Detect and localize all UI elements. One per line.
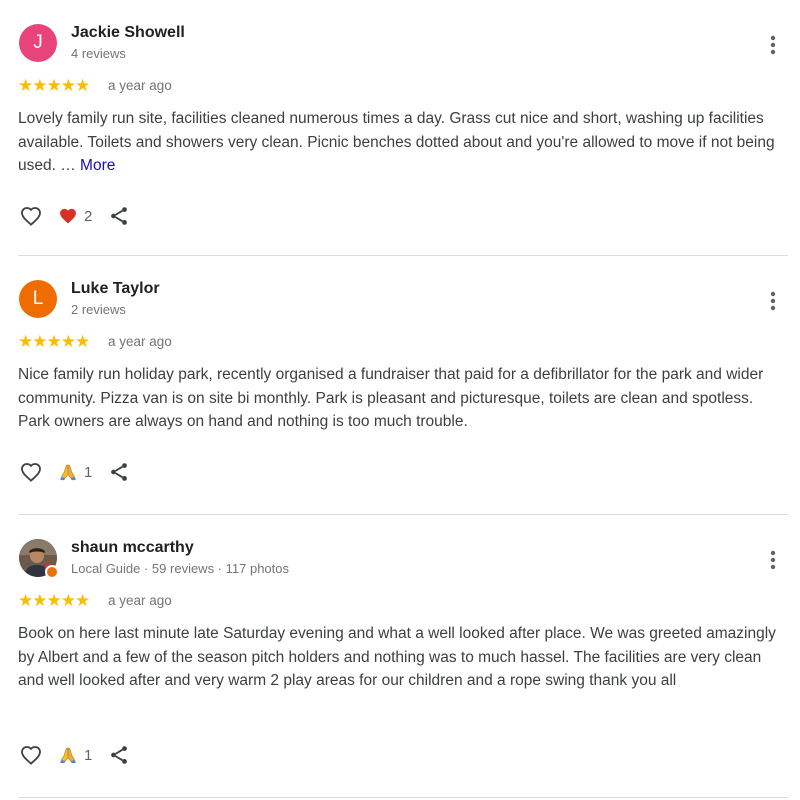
reviewer-meta: Local Guide · 59 reviews · 117 photos <box>71 561 289 576</box>
avatar-initial: L <box>32 288 44 309</box>
star-rating: ★★★★★ <box>18 76 90 95</box>
reviewer-name[interactable]: Jackie Showell <box>71 24 185 42</box>
review-date: a year ago <box>108 334 172 349</box>
share-icon[interactable] <box>108 461 130 483</box>
star-rating: ★★★★★ <box>18 332 90 351</box>
more-options-icon[interactable] <box>766 549 780 571</box>
review-card: J Jackie Showell 4 reviews ★★★★★ a year … <box>18 0 788 256</box>
reaction-chip[interactable]: 1 <box>58 462 92 482</box>
more-options-icon[interactable] <box>766 34 780 56</box>
avatar[interactable] <box>19 539 59 579</box>
reaction-count: 1 <box>84 746 93 764</box>
like-heart-icon[interactable] <box>18 460 44 484</box>
review-actions: 1 <box>18 742 130 768</box>
reviewer-name[interactable]: Luke Taylor <box>71 280 160 298</box>
review-card: L Luke Taylor 2 reviews ★★★★★ a year ago… <box>18 256 788 515</box>
folded-hands-emoji-icon <box>60 747 76 764</box>
review-actions: 1 <box>18 459 130 485</box>
review-text: Lovely family run site, facilities clean… <box>18 107 783 178</box>
review-actions: 2 <box>18 203 130 229</box>
review-card: shaun mccarthy Local Guide · 59 reviews … <box>18 515 788 798</box>
share-icon[interactable] <box>108 744 130 766</box>
more-link[interactable]: More <box>80 157 115 174</box>
review-text: Book on here last minute late Saturday e… <box>18 625 776 689</box>
reaction-count: 1 <box>84 463 93 481</box>
reaction-chip[interactable]: 1 <box>58 745 92 765</box>
like-heart-icon[interactable] <box>18 743 44 767</box>
local-guide-badge-icon <box>45 565 59 579</box>
avatar-initial: J <box>33 32 43 53</box>
reaction-count: 2 <box>84 207 93 225</box>
review-date: a year ago <box>108 78 172 93</box>
reviewer-meta: 2 reviews <box>71 302 126 317</box>
red-heart-emoji-icon <box>60 208 76 224</box>
star-rating: ★★★★★ <box>18 591 90 610</box>
review-text-body: Lovely family run site, facilities clean… <box>18 110 775 174</box>
review-text: Nice family run holiday park, recently o… <box>18 366 764 430</box>
avatar[interactable]: L <box>19 280 57 318</box>
review-date: a year ago <box>108 593 172 608</box>
reaction-chip[interactable]: 2 <box>58 206 92 226</box>
like-heart-icon[interactable] <box>18 204 44 228</box>
reviewer-meta: 4 reviews <box>71 46 126 61</box>
avatar[interactable]: J <box>19 24 57 62</box>
reviewer-name[interactable]: shaun mccarthy <box>71 539 194 557</box>
share-icon[interactable] <box>108 205 130 227</box>
folded-hands-emoji-icon <box>60 464 76 481</box>
more-options-icon[interactable] <box>766 290 780 312</box>
